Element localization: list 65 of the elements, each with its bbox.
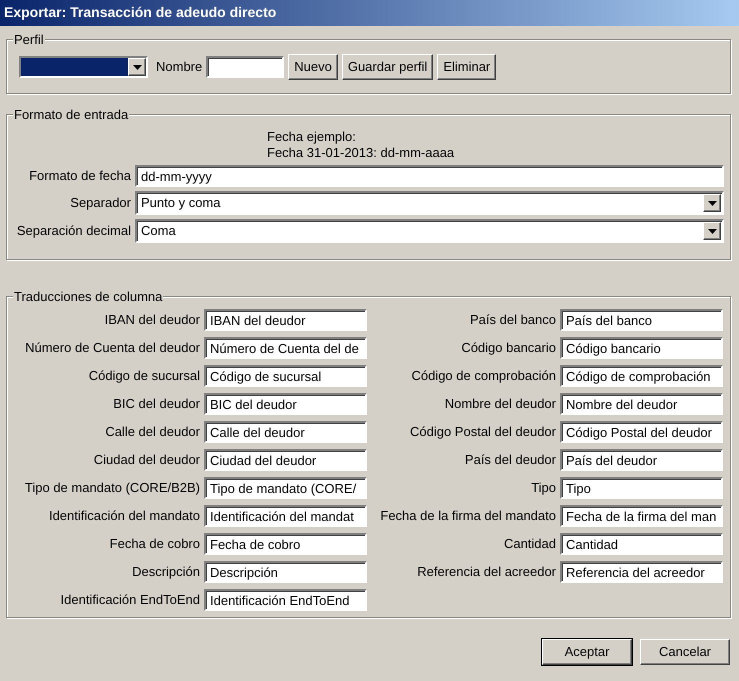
field-label: BIC del deudor: [112, 396, 200, 412]
translation-field[interactable]: Cantidad: [560, 533, 723, 555]
profile-button[interactable]: Eliminar: [437, 54, 496, 80]
translation-field[interactable]: Código bancario: [560, 337, 723, 359]
translation-field[interactable]: Tipo de mandato (CORE/: [204, 477, 367, 499]
translation-field[interactable]: Fecha de cobro: [204, 533, 367, 555]
translation-field[interactable]: País del banco: [560, 309, 723, 331]
example-text: Fecha 31-01-2013: dd-mm-aaaa: [267, 145, 456, 161]
field-label: Identificación del mandato: [48, 508, 200, 524]
format-field[interactable]: dd-mm-yyyy: [135, 165, 724, 187]
caret-icon: [708, 228, 716, 234]
field-label: Fecha de cobro: [108, 536, 200, 552]
field-label: Fecha de la firma del mandato: [379, 508, 556, 524]
field-label: Separador: [69, 195, 131, 211]
dropdown-button[interactable]: [703, 194, 721, 212]
dialog-button[interactable]: Aceptar: [542, 639, 632, 665]
field-label: IBAN del deudor: [104, 312, 200, 328]
field-label: Ciudad del deudor: [92, 452, 200, 468]
field-label: Código de sucursal: [88, 368, 200, 384]
translation-field[interactable]: BIC del deudor: [204, 393, 367, 415]
name-label: Nombre: [156, 59, 202, 75]
translation-field[interactable]: Identificación EndToEnd: [204, 589, 367, 611]
profile-dropdown[interactable]: [19, 56, 148, 78]
field-label: Separación decimal: [16, 223, 131, 239]
translation-field[interactable]: Tipo: [560, 477, 723, 499]
profile-button[interactable]: Nuevo: [288, 54, 338, 80]
caret-icon: [132, 64, 142, 70]
field-label: Código de comprobación: [410, 368, 556, 384]
translation-field[interactable]: País del deudor: [560, 449, 723, 471]
translation-field[interactable]: Código de sucursal: [204, 365, 367, 387]
field-label: Referencia del acreedor: [416, 564, 556, 580]
translation-field[interactable]: Descripción: [204, 561, 367, 583]
translation-field[interactable]: Ciudad del deudor: [204, 449, 367, 471]
translation-field[interactable]: Código Postal del deudor: [560, 421, 723, 443]
translation-field[interactable]: Referencia del acreedor: [560, 561, 723, 583]
translation-field[interactable]: Número de Cuenta del de: [204, 337, 367, 359]
name-field[interactable]: [206, 56, 284, 78]
translation-field[interactable]: Identificación del mandat: [204, 505, 367, 527]
format-dropdown[interactable]: Coma: [135, 219, 724, 243]
field-label: País del banco: [468, 312, 556, 328]
window-title: Exportar: Transacción de adeudo directo: [0, 0, 739, 26]
example-text: Fecha ejemplo:: [267, 129, 357, 145]
field-label: Calle del deudor: [104, 424, 200, 440]
profile-button[interactable]: Guardar perfil: [342, 54, 434, 80]
translation-field[interactable]: Calle del deudor: [204, 421, 367, 443]
field-label: Número de Cuenta del deudor: [24, 340, 200, 356]
dialog-button[interactable]: Cancelar: [640, 639, 730, 665]
translation-field[interactable]: Nombre del deudor: [560, 393, 723, 415]
field-label: Descripción: [131, 564, 200, 580]
field-label: País del deudor: [464, 452, 556, 468]
field-label: Código bancario: [460, 340, 556, 356]
dropdown-button[interactable]: [128, 58, 146, 76]
field-label: Nombre del deudor: [444, 396, 556, 412]
translation-field[interactable]: Fecha de la firma del man: [560, 505, 723, 527]
translation-field[interactable]: IBAN del deudor: [204, 309, 367, 331]
dropdown-button[interactable]: [703, 222, 721, 240]
field-label: Tipo: [530, 480, 556, 496]
field-label: Identificación EndToEnd: [60, 592, 200, 608]
field-label: Código Postal del deudor: [409, 424, 556, 440]
field-label: Formato de fecha: [28, 168, 131, 184]
field-label: Cantidad: [502, 536, 556, 552]
translation-field[interactable]: Código de comprobación: [560, 365, 723, 387]
field-label: Tipo de mandato (CORE/B2B): [24, 480, 200, 496]
format-dropdown[interactable]: Punto y coma: [135, 191, 724, 215]
caret-icon: [708, 200, 716, 206]
